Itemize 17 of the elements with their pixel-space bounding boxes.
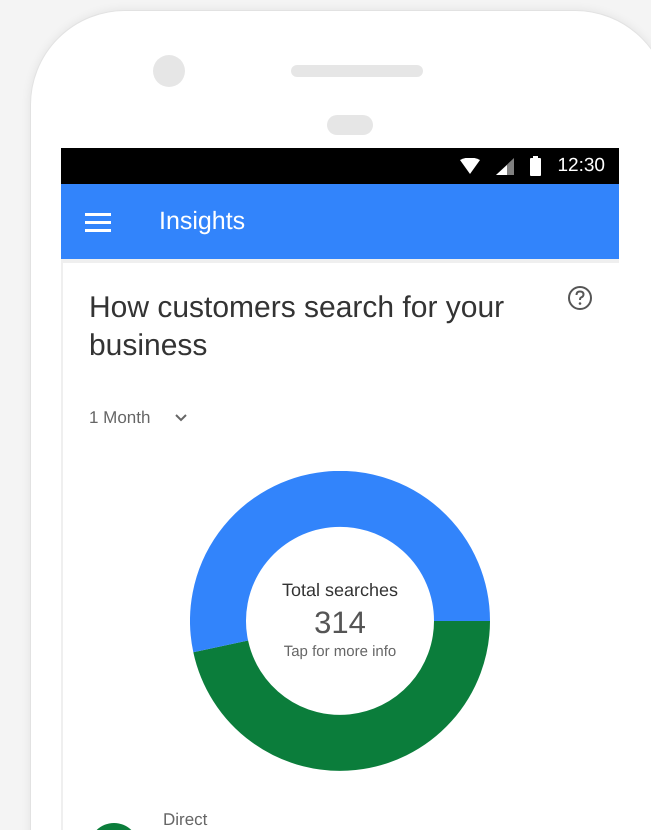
sensor-pill — [327, 115, 373, 135]
legend-label: Direct — [163, 808, 208, 830]
period-dropdown[interactable]: 1 Month — [89, 405, 188, 430]
donut-chart-drawing[interactable] — [190, 470, 490, 770]
donut-label: Total searches — [282, 579, 398, 602]
chevron-down-icon — [174, 413, 188, 422]
status-time: 12:30 — [557, 154, 605, 178]
donut-total: 314 — [314, 604, 366, 642]
camera-lens — [153, 55, 185, 87]
menu-icon[interactable] — [85, 212, 111, 232]
wifi-icon — [460, 158, 480, 174]
battery-icon — [530, 156, 542, 176]
card-title: How customers search for your business — [89, 290, 506, 364]
help-icon[interactable] — [567, 285, 593, 311]
donut-hint: Tap for more info — [284, 642, 396, 662]
signal-icon — [496, 158, 514, 174]
app-title: Insights — [159, 206, 246, 237]
